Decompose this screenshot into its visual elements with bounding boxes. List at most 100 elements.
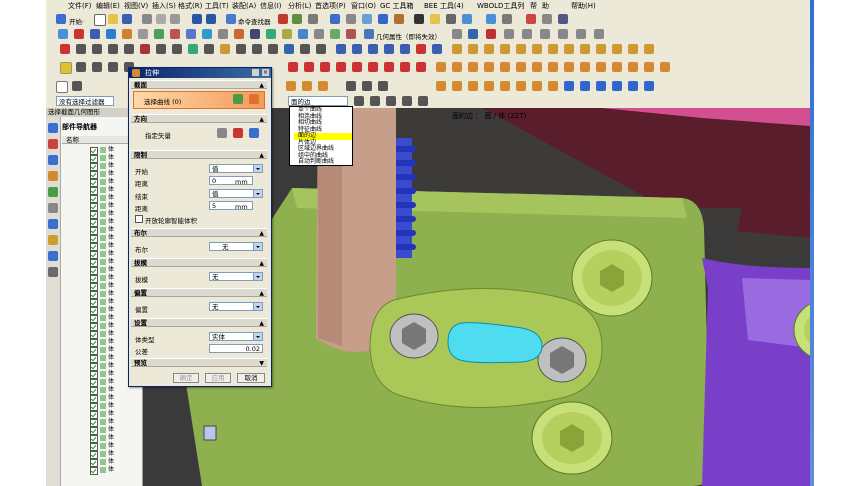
label-blend-icon[interactable] — [628, 44, 638, 54]
assembly-14-icon[interactable] — [644, 81, 654, 91]
stop-at-intersection-icon[interactable] — [354, 96, 364, 106]
assembly-7-icon[interactable] — [532, 81, 542, 91]
curve-rect-icon[interactable] — [522, 29, 532, 39]
direction-header[interactable]: 方向 ▲ — [131, 114, 267, 123]
assembly-5-icon[interactable] — [500, 81, 510, 91]
geometry-link-label[interactable]: 几何属性（即将失效） — [376, 31, 441, 41]
curve-line-icon[interactable] — [452, 29, 462, 39]
section-header[interactable]: 截面 ▲ — [131, 80, 267, 89]
menu-bee-tools[interactable]: BEE 工具(4) — [424, 1, 464, 11]
snap-point-3-icon[interactable] — [378, 81, 388, 91]
replace-face-icon[interactable] — [468, 44, 478, 54]
ok-button[interactable]: 确定 — [173, 373, 199, 383]
unite-icon[interactable] — [170, 29, 180, 39]
analysis-icon[interactable] — [526, 14, 536, 24]
end-type-select[interactable]: 值 — [209, 189, 263, 198]
offset-region-icon[interactable] — [532, 44, 542, 54]
relations-browser-icon[interactable] — [400, 62, 410, 72]
intersect-curve-icon[interactable] — [300, 44, 310, 54]
menu-help-1[interactable]: 帮 — [530, 1, 537, 11]
info-icon[interactable] — [558, 14, 568, 24]
menu-edit[interactable]: 编辑(E) — [96, 1, 120, 11]
reorder-blend-icon[interactable] — [644, 44, 654, 54]
fillet-curve-icon[interactable] — [220, 44, 230, 54]
sew-icon[interactable] — [416, 44, 426, 54]
nav-row[interactable]: 体 — [76, 426, 138, 435]
assembly-10-icon[interactable] — [580, 81, 590, 91]
assembly-9-icon[interactable] — [564, 81, 574, 91]
nav-row[interactable]: 体 — [76, 394, 138, 403]
feature-5-icon[interactable] — [500, 62, 510, 72]
assembly-4-icon[interactable] — [484, 81, 494, 91]
assembly-11-icon[interactable] — [596, 81, 606, 91]
settings-icon[interactable] — [542, 14, 552, 24]
curve-project-icon[interactable] — [594, 29, 604, 39]
menu-assembly[interactable]: 装配(A) — [232, 1, 256, 11]
pattern-icon[interactable] — [282, 29, 292, 39]
select-body-icon[interactable] — [302, 81, 312, 91]
bounded-plane-icon[interactable] — [400, 44, 410, 54]
selection-filter-dropdown[interactable]: 没有选择过滤器 — [56, 96, 114, 106]
curve-poly-icon[interactable] — [540, 29, 550, 39]
system-materials-icon[interactable] — [48, 219, 58, 229]
assembly-12-icon[interactable] — [612, 81, 622, 91]
curve-rule-option[interactable]: 自动判断曲线 — [294, 158, 352, 166]
roles-icon[interactable] — [48, 251, 58, 261]
preview-header[interactable]: 预览 ▼ — [131, 358, 267, 367]
menu-window[interactable]: 窗口(O) — [351, 1, 376, 11]
path-icon[interactable] — [402, 96, 412, 106]
draft-select[interactable]: 无 — [209, 272, 263, 281]
assembly-3-icon[interactable] — [468, 81, 478, 91]
menu-format[interactable]: 格式(R) — [178, 1, 202, 11]
follow-fillet-icon[interactable] — [370, 96, 380, 106]
menu-tools[interactable]: 工具(T) — [205, 1, 229, 11]
menu-info[interactable]: 信息(I) — [260, 1, 282, 11]
feature-9-icon[interactable] — [564, 62, 574, 72]
fit-view-icon[interactable] — [330, 14, 340, 24]
body-type-select[interactable]: 实体 — [209, 332, 263, 341]
revolve-icon[interactable] — [90, 29, 100, 39]
profile-icon[interactable] — [76, 62, 86, 72]
command-finder-label[interactable]: 命令查找器 — [238, 16, 271, 26]
assembly-icon[interactable] — [486, 14, 496, 24]
datum-icon[interactable] — [58, 29, 68, 39]
auto-dimension-icon[interactable] — [320, 62, 330, 72]
curve-spline-icon[interactable] — [486, 29, 496, 39]
inferred-constraints-icon[interactable] — [384, 62, 394, 72]
inferred-vector-icon[interactable] — [233, 128, 243, 138]
start-icon[interactable] — [56, 14, 66, 24]
text-icon[interactable] — [156, 44, 166, 54]
sketch-arc-icon[interactable] — [108, 62, 118, 72]
nav-row[interactable]: 体 — [76, 458, 138, 467]
start-menu-label[interactable]: 开始· — [69, 16, 84, 26]
process-studio-icon[interactable] — [48, 235, 58, 245]
swept-icon[interactable] — [368, 44, 378, 54]
menu-insert[interactable]: 插入(S) — [152, 1, 176, 11]
subtract-icon[interactable] — [186, 29, 196, 39]
history-icon[interactable] — [48, 203, 58, 213]
through-curves-icon[interactable] — [352, 44, 362, 54]
reset-dialog-icon[interactable] — [252, 69, 259, 76]
hole-icon[interactable] — [106, 29, 116, 39]
copy-icon[interactable] — [156, 14, 166, 24]
feature-8-icon[interactable] — [548, 62, 558, 72]
snap-point-1-icon[interactable] — [346, 81, 356, 91]
feature-2-icon[interactable] — [452, 62, 462, 72]
constraint-icon[interactable] — [288, 62, 298, 72]
nav-row[interactable]: 体 — [76, 386, 138, 395]
chain-within-feature-icon[interactable] — [386, 96, 396, 106]
line-icon[interactable] — [60, 44, 70, 54]
layer-icon[interactable] — [430, 14, 440, 24]
delete-face-icon[interactable] — [484, 44, 494, 54]
assembly-1-icon[interactable] — [436, 81, 446, 91]
limits-header[interactable]: 限制 ▲ — [131, 150, 267, 159]
new-file-icon[interactable] — [94, 14, 106, 26]
feature-12-icon[interactable] — [612, 62, 622, 72]
move-face-icon[interactable] — [500, 44, 510, 54]
reset-icon[interactable] — [418, 96, 428, 106]
sketch-mode-icon[interactable] — [60, 62, 72, 74]
offset-select[interactable]: 无 — [209, 302, 263, 311]
mirror-face-icon[interactable] — [596, 44, 606, 54]
settings-header[interactable]: 设置 ▲ — [131, 318, 267, 327]
feature-11-icon[interactable] — [596, 62, 606, 72]
